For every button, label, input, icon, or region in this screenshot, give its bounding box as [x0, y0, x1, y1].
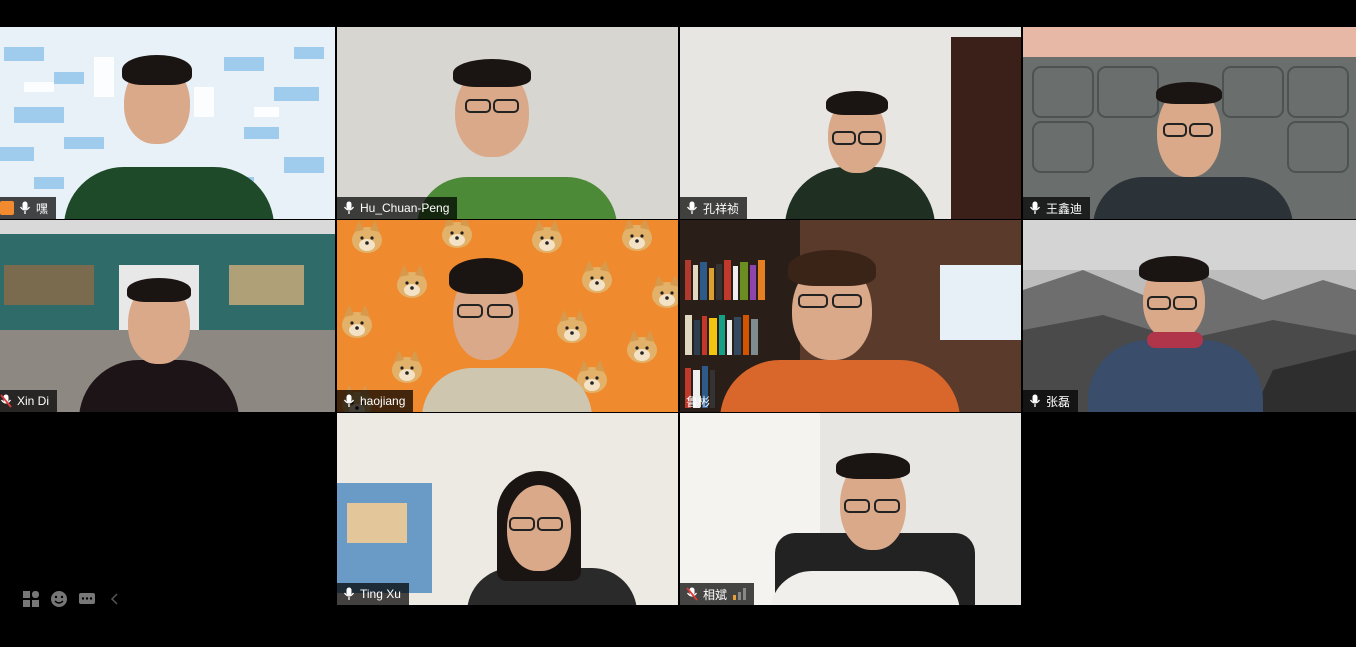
video-tile-6[interactable]: haojiang [337, 220, 678, 412]
participant-name-tag: 王鑫迪 [1023, 197, 1091, 219]
reaction-icon[interactable] [50, 590, 68, 608]
participant-name-tag: haojiang [337, 390, 414, 412]
participant-name-tag: Ting Xu [337, 583, 409, 605]
participant-name-tag: 嘿 [0, 197, 57, 219]
participant-name: 张磊 [1046, 394, 1071, 409]
participant-name-tag: Hu_Chuan-Peng [337, 197, 458, 219]
view-toolbar [22, 590, 124, 608]
mic-muted-icon [686, 587, 698, 601]
participant-name: haojiang [360, 394, 406, 408]
participant-name: 孔祥祯 [703, 201, 740, 216]
video-off-icon [0, 201, 14, 215]
connection-signal-icon [733, 588, 747, 600]
video-tile-10[interactable]: 相斌 [680, 413, 1021, 605]
collapse-arrow-icon[interactable] [106, 590, 124, 608]
participant-name: Xin Di [17, 394, 50, 408]
video-tile-4[interactable]: 王鑫迪 [1023, 27, 1356, 219]
video-tile-5[interactable]: Xin Di [0, 220, 335, 412]
participant-name-tag: 张磊 [1023, 390, 1079, 412]
participant-name-tag: 鲁彬 [680, 390, 718, 412]
gallery-view-icon[interactable] [22, 590, 40, 608]
participant-name: 王鑫迪 [1046, 201, 1083, 216]
mic-icon [1029, 201, 1041, 214]
video-tile-2[interactable]: Hu_Chuan-Peng [337, 27, 678, 219]
participant-name-tag: Xin Di [0, 390, 58, 412]
mic-icon [19, 201, 31, 214]
mic-icon [1029, 394, 1041, 407]
video-tile-7[interactable]: 鲁彬 [680, 220, 1021, 412]
participant-name: Ting Xu [360, 587, 401, 601]
video-tile-8[interactable]: 张磊 [1023, 220, 1356, 412]
participant-name: 鲁彬 [686, 394, 711, 409]
participant-name: 嘿 [36, 201, 49, 216]
mic-icon [343, 587, 355, 600]
video-tile-3[interactable]: 孔祥祯 [680, 27, 1021, 219]
participant-name-tag: 相斌 [680, 583, 755, 605]
participant-name: Hu_Chuan-Peng [360, 201, 450, 215]
participant-name-tag: 孔祥祯 [680, 197, 748, 219]
mic-icon [686, 201, 698, 214]
video-tile-9[interactable]: Ting Xu [337, 413, 678, 605]
mic-icon [343, 201, 355, 214]
mic-icon [343, 394, 355, 407]
video-tile-1[interactable]: 嘿 [0, 27, 335, 219]
chat-icon[interactable] [78, 590, 96, 608]
participant-name: 相斌 [703, 587, 728, 602]
mic-muted-icon [0, 394, 12, 408]
